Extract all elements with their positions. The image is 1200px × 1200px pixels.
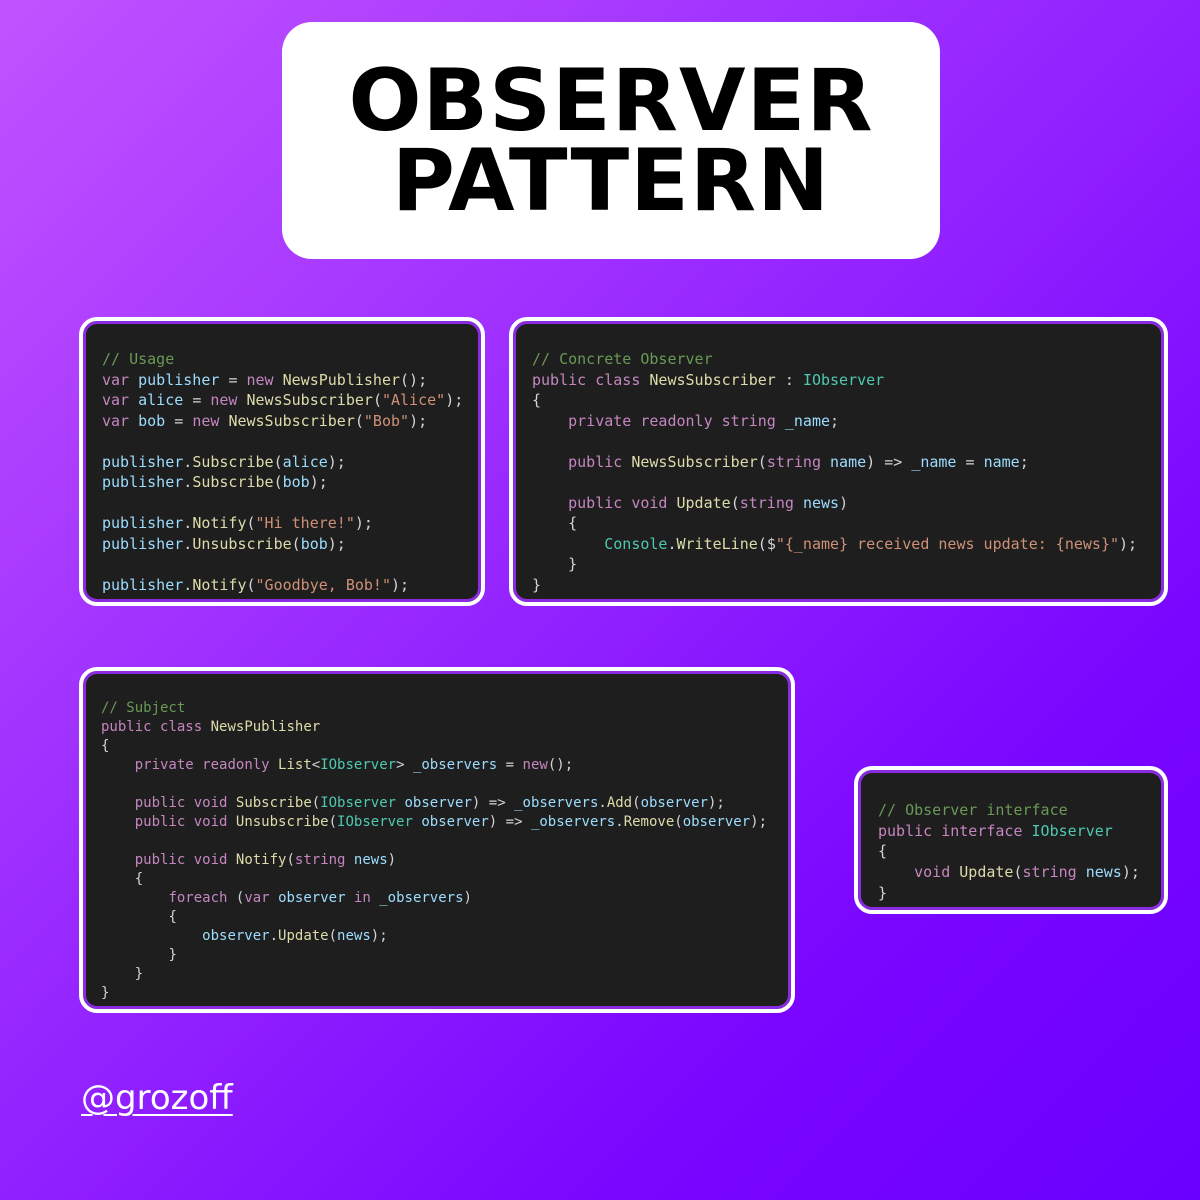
code-line: public void Update(string news) xyxy=(568,493,849,512)
usage-code-card: // Usage var publisher = new NewsPublish… xyxy=(79,317,485,606)
code-line: { xyxy=(168,909,177,925)
code-line: public NewsSubscriber(string name) => _n… xyxy=(568,452,1029,471)
code-line: observer.Update(news); xyxy=(202,928,388,944)
code-line: var bob = new NewsSubscriber("Bob"); xyxy=(102,411,428,430)
code-line: foreach (var observer in _observers) xyxy=(168,890,472,906)
usage-code-block: // Usage var publisher = new NewsPublish… xyxy=(102,349,463,595)
title-card: OBSERVER PATTERN xyxy=(282,22,940,259)
code-line: } xyxy=(101,985,110,1001)
code-line: void Update(string news); xyxy=(914,863,1140,882)
observer-interface-code-card: // Observer interface public interface I… xyxy=(854,766,1168,914)
code-line: publisher.Subscribe(alice); xyxy=(102,452,346,471)
code-line: { xyxy=(532,391,542,409)
code-line: // Concrete Observer xyxy=(532,350,713,368)
concrete-observer-code-block: // Concrete Observer public class NewsSu… xyxy=(532,349,1137,595)
code-line: } xyxy=(532,575,542,594)
code-line: { xyxy=(134,871,144,887)
code-line: var alice = new NewsSubscriber("Alice"); xyxy=(102,391,464,409)
code-line: } xyxy=(568,555,578,573)
code-line: publisher.Subscribe(bob); xyxy=(102,473,328,491)
author-handle: @grozoff xyxy=(81,1078,233,1118)
title-line-1: OBSERVER xyxy=(348,50,874,151)
code-line: } xyxy=(134,966,144,982)
code-line: { xyxy=(878,842,888,861)
code-line: public interface IObserver xyxy=(878,821,1113,840)
code-line: public class NewsPublisher xyxy=(101,719,321,735)
code-line: public void Subscribe(IObserver observer… xyxy=(134,795,725,811)
code-line: publisher.Notify("Hi there!"); xyxy=(102,514,373,532)
code-line: public class NewsSubscriber : IObserver xyxy=(532,370,885,389)
subject-code-card: // Subject public class NewsPublisher { … xyxy=(79,667,795,1013)
code-line: publisher.Notify("Goodbye, Bob!"); xyxy=(102,575,410,594)
code-line: private readonly List<IObserver> _observ… xyxy=(134,757,574,773)
code-line: public void Unsubscribe(IObserver observ… xyxy=(134,814,767,830)
code-line: } xyxy=(878,883,888,902)
code-line: var publisher = new NewsPublisher(); xyxy=(102,370,428,389)
code-line: public void Notify(string news) xyxy=(134,852,397,868)
observer-interface-code-block: // Observer interface public interface I… xyxy=(878,800,1140,904)
code-line: Console.WriteLine($"{_name} received new… xyxy=(604,534,1138,553)
code-line: private readonly string _name; xyxy=(568,411,840,430)
title-line-2: PATTERN xyxy=(391,130,831,231)
concrete-observer-code-card: // Concrete Observer public class NewsSu… xyxy=(509,317,1168,606)
subject-code-block: // Subject public class NewsPublisher { … xyxy=(101,699,767,1003)
code-line: // Subject xyxy=(101,700,186,716)
code-line: } xyxy=(168,947,177,963)
code-line: publisher.Unsubscribe(bob); xyxy=(102,534,346,553)
code-line: { xyxy=(568,514,578,532)
code-line: // Observer interface xyxy=(878,801,1068,819)
code-line: // Usage xyxy=(102,350,175,368)
code-line: { xyxy=(101,738,110,754)
